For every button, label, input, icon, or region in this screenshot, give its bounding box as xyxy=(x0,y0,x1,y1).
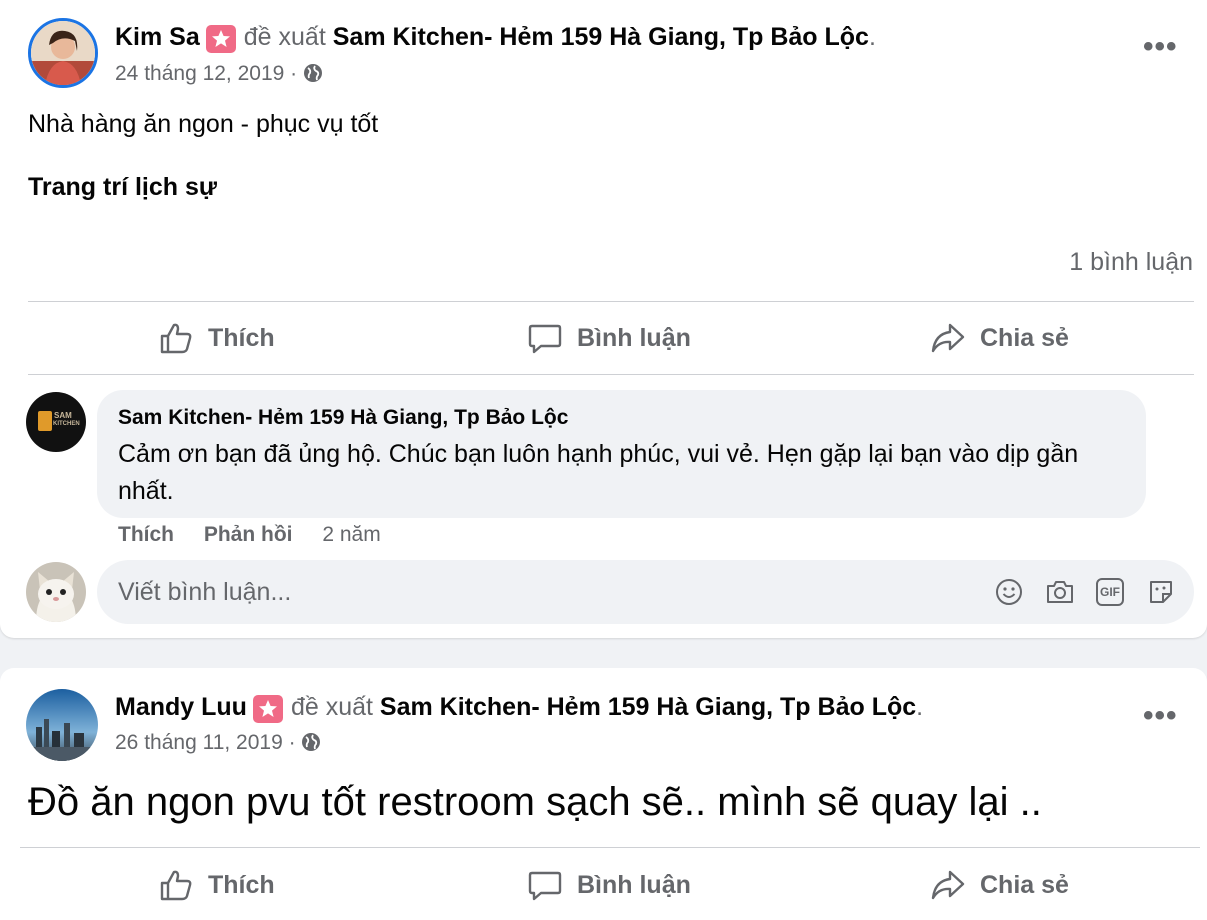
comment-count[interactable]: 1 bình luận xyxy=(1069,248,1193,277)
comment-button[interactable]: Bình luận xyxy=(527,318,691,358)
share-icon xyxy=(931,870,965,900)
recommend-badge-icon xyxy=(205,25,236,53)
reply-age[interactable]: 2 năm xyxy=(322,523,380,546)
divider xyxy=(20,847,1200,848)
recommend-text: đề xuất xyxy=(290,693,373,721)
recommend-badge-icon xyxy=(252,695,283,723)
page-name-link[interactable]: Sam Kitchen- Hẻm 159 Hà Giang, Tp Bảo Lộ… xyxy=(380,693,916,721)
period: . xyxy=(868,23,876,51)
public-globe-icon xyxy=(304,64,323,82)
page-name-link[interactable]: Sam Kitchen- Hẻm 159 Hà Giang, Tp Bảo Lộ… xyxy=(333,23,869,51)
like-label: Thích xyxy=(208,323,275,352)
comment-label: Bình luận xyxy=(577,870,691,899)
logo-text-bottom: KITCHEN xyxy=(53,421,80,427)
share-label: Chia sẻ xyxy=(980,870,1069,899)
divider xyxy=(28,374,1194,375)
reply-author[interactable]: Sam Kitchen- Hẻm 159 Hà Giang, Tp Bảo Lộ… xyxy=(118,406,568,430)
post-card: Kim Sa đề xuất Sam Kitchen- Hẻm 159 Hà Gi… xyxy=(0,0,1207,638)
post-header: Mandy Luu đề xuất Sam Kitchen- Hẻm 159 Hà… xyxy=(115,692,923,723)
sticker-icon[interactable] xyxy=(1147,578,1175,606)
reply-like-button[interactable]: Thích xyxy=(118,523,174,546)
author-name[interactable]: Kim Sa xyxy=(115,23,200,51)
like-button[interactable]: Thích xyxy=(158,318,275,358)
comment-button[interactable]: Bình luận xyxy=(527,865,691,905)
post-date[interactable]: 26 tháng 11, 2019 xyxy=(115,731,283,754)
reply-actions: Thích Phản hồi 2 năm xyxy=(118,523,381,547)
recommend-text: đề xuất xyxy=(243,23,326,51)
share-button[interactable]: Chia sẻ xyxy=(930,865,1069,905)
comment-icon xyxy=(528,324,562,354)
gif-icon-text: GIF xyxy=(1100,585,1120,599)
comment-label: Bình luận xyxy=(577,323,691,352)
author-avatar[interactable] xyxy=(28,18,98,88)
post-header: Kim Sa đề xuất Sam Kitchen- Hẻm 159 Hà Gi… xyxy=(115,22,876,53)
author-avatar[interactable] xyxy=(26,689,98,761)
emoji-icon[interactable] xyxy=(995,578,1023,606)
divider xyxy=(28,301,1194,302)
meta-separator: · xyxy=(290,62,298,85)
post-body-line-2: Trang trí lịch sự xyxy=(28,173,217,201)
period: . xyxy=(916,693,924,721)
more-options-icon[interactable]: ••• xyxy=(1143,30,1178,64)
comment-input-placeholder: Viết bình luận... xyxy=(118,578,292,606)
share-icon xyxy=(931,323,965,353)
gif-icon[interactable]: GIF xyxy=(1096,578,1124,606)
comment-input[interactable]: Viết bình luận... GIF xyxy=(97,560,1194,624)
post-meta: 24 tháng 12, 2019 · xyxy=(115,61,323,87)
share-button[interactable]: Chia sẻ xyxy=(930,318,1069,358)
reply-bubble: Sam Kitchen- Hẻm 159 Hà Giang, Tp Bảo Lộ… xyxy=(97,390,1146,518)
like-icon xyxy=(160,870,192,901)
current-user-avatar[interactable] xyxy=(26,562,86,622)
reply-text: Cảm ơn bạn đã ủng hộ. Chúc bạn luôn hạnh… xyxy=(118,440,1079,505)
post-date[interactable]: 24 tháng 12, 2019 xyxy=(115,62,284,85)
author-name[interactable]: Mandy Luu xyxy=(115,693,247,721)
like-label: Thích xyxy=(208,870,275,899)
post-meta: 26 tháng 11, 2019 · xyxy=(115,730,321,756)
post-body: Đồ ăn ngon pvu tốt restroom sạch sẽ.. mì… xyxy=(28,780,1042,824)
like-icon xyxy=(160,323,192,354)
more-options-icon[interactable]: ••• xyxy=(1143,699,1178,733)
post-body-line-1: Nhà hàng ăn ngon - phục vụ tốt xyxy=(28,110,379,138)
reply-reply-button[interactable]: Phản hồi xyxy=(204,523,293,546)
like-button[interactable]: Thích xyxy=(158,865,275,905)
post-card: Mandy Luu đề xuất Sam Kitchen- Hẻm 159 Hà… xyxy=(0,668,1207,920)
meta-separator: · xyxy=(288,731,296,754)
share-label: Chia sẻ xyxy=(980,323,1069,352)
comment-icon xyxy=(528,871,562,901)
public-globe-icon xyxy=(302,733,321,751)
camera-icon[interactable] xyxy=(1045,578,1075,606)
page-logo-avatar[interactable]: SAM KITCHEN xyxy=(26,392,86,452)
logo-text-top: SAM xyxy=(54,411,72,420)
